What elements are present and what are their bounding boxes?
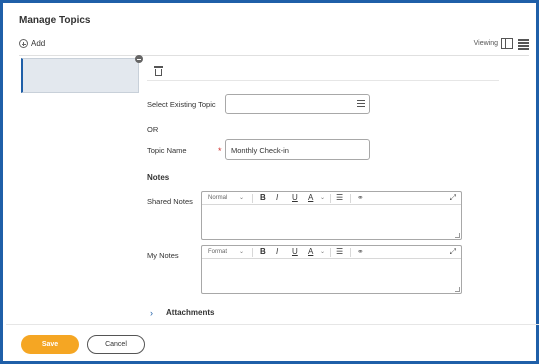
- topic-tile[interactable]: [21, 58, 139, 93]
- chevron-right-icon[interactable]: ›: [150, 308, 153, 318]
- font-color-button[interactable]: A: [308, 193, 313, 202]
- or-label: OR: [147, 125, 159, 134]
- expand-icon[interactable]: ⤢: [450, 247, 456, 257]
- chevron-down-icon[interactable]: ⌄: [239, 248, 244, 255]
- shared-notes-editor[interactable]: Normal ⌄ B I U A ⌄ ☰ ⚭ ⤢: [201, 191, 462, 240]
- dialog-frame: Manage Topics Add Viewing Select Existin…: [0, 0, 539, 364]
- shared-notes-label: Shared Notes: [147, 197, 193, 206]
- viewing-label: Viewing: [473, 40, 498, 47]
- chevron-down-icon[interactable]: ⌄: [320, 248, 325, 255]
- cancel-button[interactable]: Cancel: [87, 335, 145, 354]
- my-notes-editor[interactable]: Format ⌄ B I U A ⌄ ☰ ⚭ ⤢: [201, 245, 462, 294]
- select-existing-topic-input[interactable]: [225, 94, 370, 114]
- format-select[interactable]: Normal: [208, 195, 227, 201]
- font-color-button[interactable]: A: [308, 247, 313, 256]
- header-divider: [19, 55, 529, 56]
- topic-name-label: Topic Name: [147, 146, 187, 155]
- chevron-down-icon[interactable]: ⌄: [239, 194, 244, 201]
- notes-heading: Notes: [147, 173, 170, 182]
- bulleted-list-icon[interactable]: ☰: [336, 193, 343, 202]
- footer-divider: [6, 324, 539, 325]
- add-icon: [19, 39, 28, 48]
- page-title: Manage Topics: [19, 15, 91, 26]
- topic-name-input[interactable]: Monthly Check-in: [225, 139, 370, 160]
- add-topic-button[interactable]: Add: [19, 39, 45, 48]
- required-marker: *: [218, 146, 222, 156]
- toolbar-divider: [147, 80, 499, 81]
- underline-button[interactable]: U: [292, 193, 298, 202]
- select-existing-topic-label: Select Existing Topic: [147, 100, 216, 109]
- resize-handle[interactable]: [455, 287, 460, 292]
- grid-view-icon[interactable]: [501, 38, 513, 49]
- add-label: Add: [31, 39, 46, 48]
- resize-handle[interactable]: [455, 233, 460, 238]
- bold-button[interactable]: B: [260, 193, 266, 202]
- link-icon[interactable]: ⚭: [357, 247, 364, 256]
- save-button[interactable]: Save: [21, 335, 79, 354]
- trash-icon[interactable]: [154, 66, 163, 76]
- topic-name-value: Monthly Check-in: [231, 146, 289, 155]
- my-notes-label: My Notes: [147, 251, 179, 260]
- chevron-down-icon[interactable]: ⌄: [320, 194, 325, 201]
- shared-notes-toolbar: Normal ⌄ B I U A ⌄ ☰ ⚭ ⤢: [202, 192, 461, 205]
- format-select[interactable]: Format: [208, 249, 227, 255]
- italic-button[interactable]: I: [276, 247, 278, 256]
- bold-button[interactable]: B: [260, 247, 266, 256]
- list-view-icon[interactable]: [518, 38, 530, 50]
- underline-button[interactable]: U: [292, 247, 298, 256]
- attachments-toggle[interactable]: Attachments: [166, 308, 214, 317]
- expand-icon[interactable]: ⤢: [450, 193, 456, 203]
- remove-icon[interactable]: [135, 55, 143, 63]
- my-notes-toolbar: Format ⌄ B I U A ⌄ ☰ ⚭ ⤢: [202, 246, 461, 259]
- list-select-icon: [357, 100, 365, 107]
- italic-button[interactable]: I: [276, 193, 278, 202]
- bulleted-list-icon[interactable]: ☰: [336, 247, 343, 256]
- link-icon[interactable]: ⚭: [357, 193, 364, 202]
